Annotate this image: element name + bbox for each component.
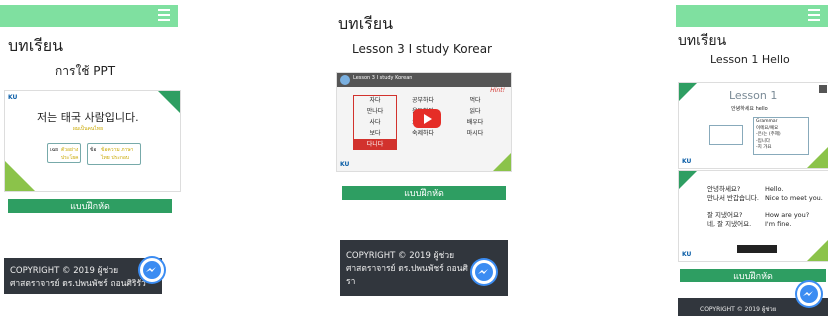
vocab-table-border [353, 95, 397, 150]
top-bar [0, 5, 178, 27]
slide-nav-bar[interactable] [737, 245, 777, 253]
box1-text: ตัวอย่าง ประโยค [61, 147, 79, 161]
panel-3: บทเรียน Lesson 1 Hello Lesson 1 안녕하세요 he… [674, 0, 828, 316]
slide-subtitle: ผมเป็นคนไทย [73, 126, 104, 132]
exercise-button[interactable]: แบบฝึกหัด [680, 269, 826, 282]
panel-1: บทเรียน การใช้ PPT KU 저는 태국 사람입니다. ผมเป็… [0, 0, 181, 316]
grammar-box: Grammar 이에요/예요 -은/는 (주제) -입니다 -지 가요 [753, 117, 809, 155]
channel-avatar [340, 75, 350, 85]
dialogue-row: 만나서 반갑습니다. Nice to meet you. [707, 194, 823, 202]
ku-logo: KU [340, 161, 350, 168]
box1-label: เฉย [50, 147, 59, 153]
menu-icon[interactable] [808, 9, 820, 21]
slide-thumbnail-1[interactable]: Lesson 1 안녕하세요 hello Grammar 이에요/예요 -은/는… [678, 82, 828, 169]
menu-icon[interactable] [158, 9, 170, 21]
box2-text: ข้อความ ภาษาไทย ประกอบ [101, 147, 134, 161]
exercise-button[interactable]: แบบฝึกหัด [342, 186, 506, 200]
slide-title: 저는 태국 사람입니다. [37, 111, 139, 124]
video-thumbnail[interactable]: Lesson 3 I study Korean Hint! 자다 공부하다 먹다 만… [336, 72, 512, 172]
panel-2: บทเรียน Lesson 3 I study Korear Lesson 3… [330, 0, 520, 316]
grammar-item: -지 가요 [756, 145, 772, 150]
lesson-title: การใช้ PPT [55, 64, 116, 78]
slide-label-box [709, 125, 743, 145]
box2-label: ข้อ [90, 147, 97, 153]
lesson-title: Lesson 3 I study Korear [352, 42, 492, 56]
slide-box-1: เฉย ตัวอย่าง ประโยค [47, 143, 81, 163]
slide-corner-decoration-bottom [5, 161, 35, 191]
slide-corner-decoration-bottom [807, 239, 828, 261]
video-header: Lesson 3 I study Korean [337, 73, 511, 87]
slide-subtitle: 안녕하세요 hello [731, 106, 768, 112]
footer: COPYRIGHT © 2019 ผู้ช่วย ศาสตราจารย์ ดร.… [4, 258, 162, 294]
hint-label: Hint! [490, 87, 505, 94]
messenger-icon[interactable] [797, 282, 821, 306]
more-icon[interactable] [819, 85, 827, 93]
slide-thumbnail[interactable]: KU 저는 태국 사람입니다. ผมเป็นคนไทย เฉย ตัวอย่าง… [4, 90, 181, 192]
play-button[interactable] [413, 109, 441, 128]
ku-logo: KU [682, 158, 692, 165]
slide-corner-decoration-bottom [493, 153, 511, 171]
lesson-title: Lesson 1 Hello [710, 53, 790, 66]
video-title: Lesson 3 I study Korean [353, 75, 413, 81]
dialogue-row: 네, 잘 지냈어요. I'm fine. [707, 220, 792, 228]
messenger-icon[interactable] [472, 260, 496, 284]
page-heading: บทเรียน [338, 14, 394, 33]
ku-logo: KU [682, 251, 692, 258]
slide-corner-decoration [679, 83, 697, 101]
slide-thumbnail-2[interactable]: 안녕하세요? Hello. 만나서 반갑습니다. Nice to meet you.… [678, 170, 828, 262]
slide-corner-decoration [158, 91, 180, 113]
dialogue: 안녕하세요? Hello. 만나서 반갑습니다. Nice to meet you.… [707, 185, 823, 229]
ku-logo: KU [8, 94, 18, 101]
page-heading: บทเรียน [678, 33, 727, 49]
dialogue-row: 안녕하세요? Hello. [707, 185, 784, 193]
slide-corner-decoration-bottom [807, 146, 828, 168]
top-bar [676, 5, 828, 27]
slide-title: Lesson 1 [729, 89, 778, 102]
messenger-icon[interactable] [140, 258, 164, 282]
page-heading: บทเรียน [8, 36, 64, 55]
footer-author: ศาสตราจารย์ ดร.ปพนพัชร์ ถอนศิริรัว [10, 279, 146, 289]
slide-box-2: ข้อ ข้อความ ภาษาไทย ประกอบ [87, 143, 141, 165]
exercise-button[interactable]: แบบฝึกหัด [8, 199, 172, 213]
play-icon [424, 114, 432, 124]
dialogue-row: 잘 지냈어요? How are you? [707, 211, 810, 219]
slide-corner-decoration [679, 171, 697, 189]
